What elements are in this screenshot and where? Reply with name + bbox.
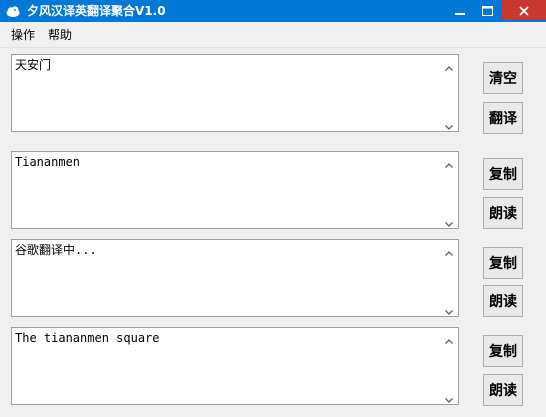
read-aloud-button-3[interactable]: 朗读 — [483, 374, 523, 406]
result-text-2: 谷歌翻译中... — [15, 243, 97, 257]
read-aloud-button-1[interactable]: 朗读 — [483, 197, 523, 229]
close-icon — [519, 1, 529, 20]
maximize-icon — [481, 1, 493, 20]
result-textarea-2[interactable]: 谷歌翻译中... — [11, 239, 459, 317]
app-window: 夕风汉译英翻译聚合V1.0 操作 帮助 天安门 清空 翻译 Tiananmen … — [0, 0, 546, 417]
copy-button-1[interactable]: 复制 — [483, 158, 523, 190]
menu-bar: 操作 帮助 — [0, 22, 546, 48]
source-text: 天安门 — [15, 58, 52, 72]
scroll-up-icon[interactable] — [444, 156, 454, 168]
result-textarea-1[interactable]: Tiananmen — [11, 151, 459, 229]
read-aloud-button-2[interactable]: 朗读 — [483, 285, 523, 317]
cloud-icon — [5, 3, 21, 19]
window-title: 夕风汉译英翻译聚合V1.0 — [27, 4, 166, 18]
result-text-3: The tiananmen square — [15, 331, 160, 345]
title-bar[interactable]: 夕风汉译英翻译聚合V1.0 — [0, 0, 546, 22]
copy-button-2[interactable]: 复制 — [483, 247, 523, 279]
scrollbar[interactable] — [441, 241, 457, 315]
scroll-down-icon[interactable] — [444, 390, 454, 403]
scrollbar[interactable] — [441, 56, 457, 130]
menu-operate[interactable]: 操作 — [11, 28, 35, 42]
scrollbar[interactable] — [441, 153, 457, 227]
translate-button[interactable]: 翻译 — [483, 102, 523, 134]
clear-button[interactable]: 清空 — [483, 62, 523, 94]
maximize-button[interactable] — [474, 0, 500, 20]
result-text-1: Tiananmen — [15, 155, 81, 169]
minimize-icon — [455, 1, 465, 20]
copy-button-3[interactable]: 复制 — [483, 335, 523, 367]
scroll-up-icon[interactable] — [444, 332, 454, 344]
scroll-down-icon[interactable] — [444, 214, 454, 227]
source-textarea[interactable]: 天安门 — [11, 54, 459, 132]
scroll-down-icon[interactable] — [444, 117, 454, 130]
close-button[interactable] — [502, 0, 546, 20]
minimize-button[interactable] — [446, 0, 474, 20]
scroll-up-icon[interactable] — [444, 244, 454, 256]
menu-help[interactable]: 帮助 — [48, 28, 72, 42]
scrollbar[interactable] — [441, 329, 457, 403]
scroll-down-icon[interactable] — [444, 302, 454, 315]
result-textarea-3[interactable]: The tiananmen square — [11, 327, 459, 405]
scroll-up-icon[interactable] — [444, 59, 454, 71]
